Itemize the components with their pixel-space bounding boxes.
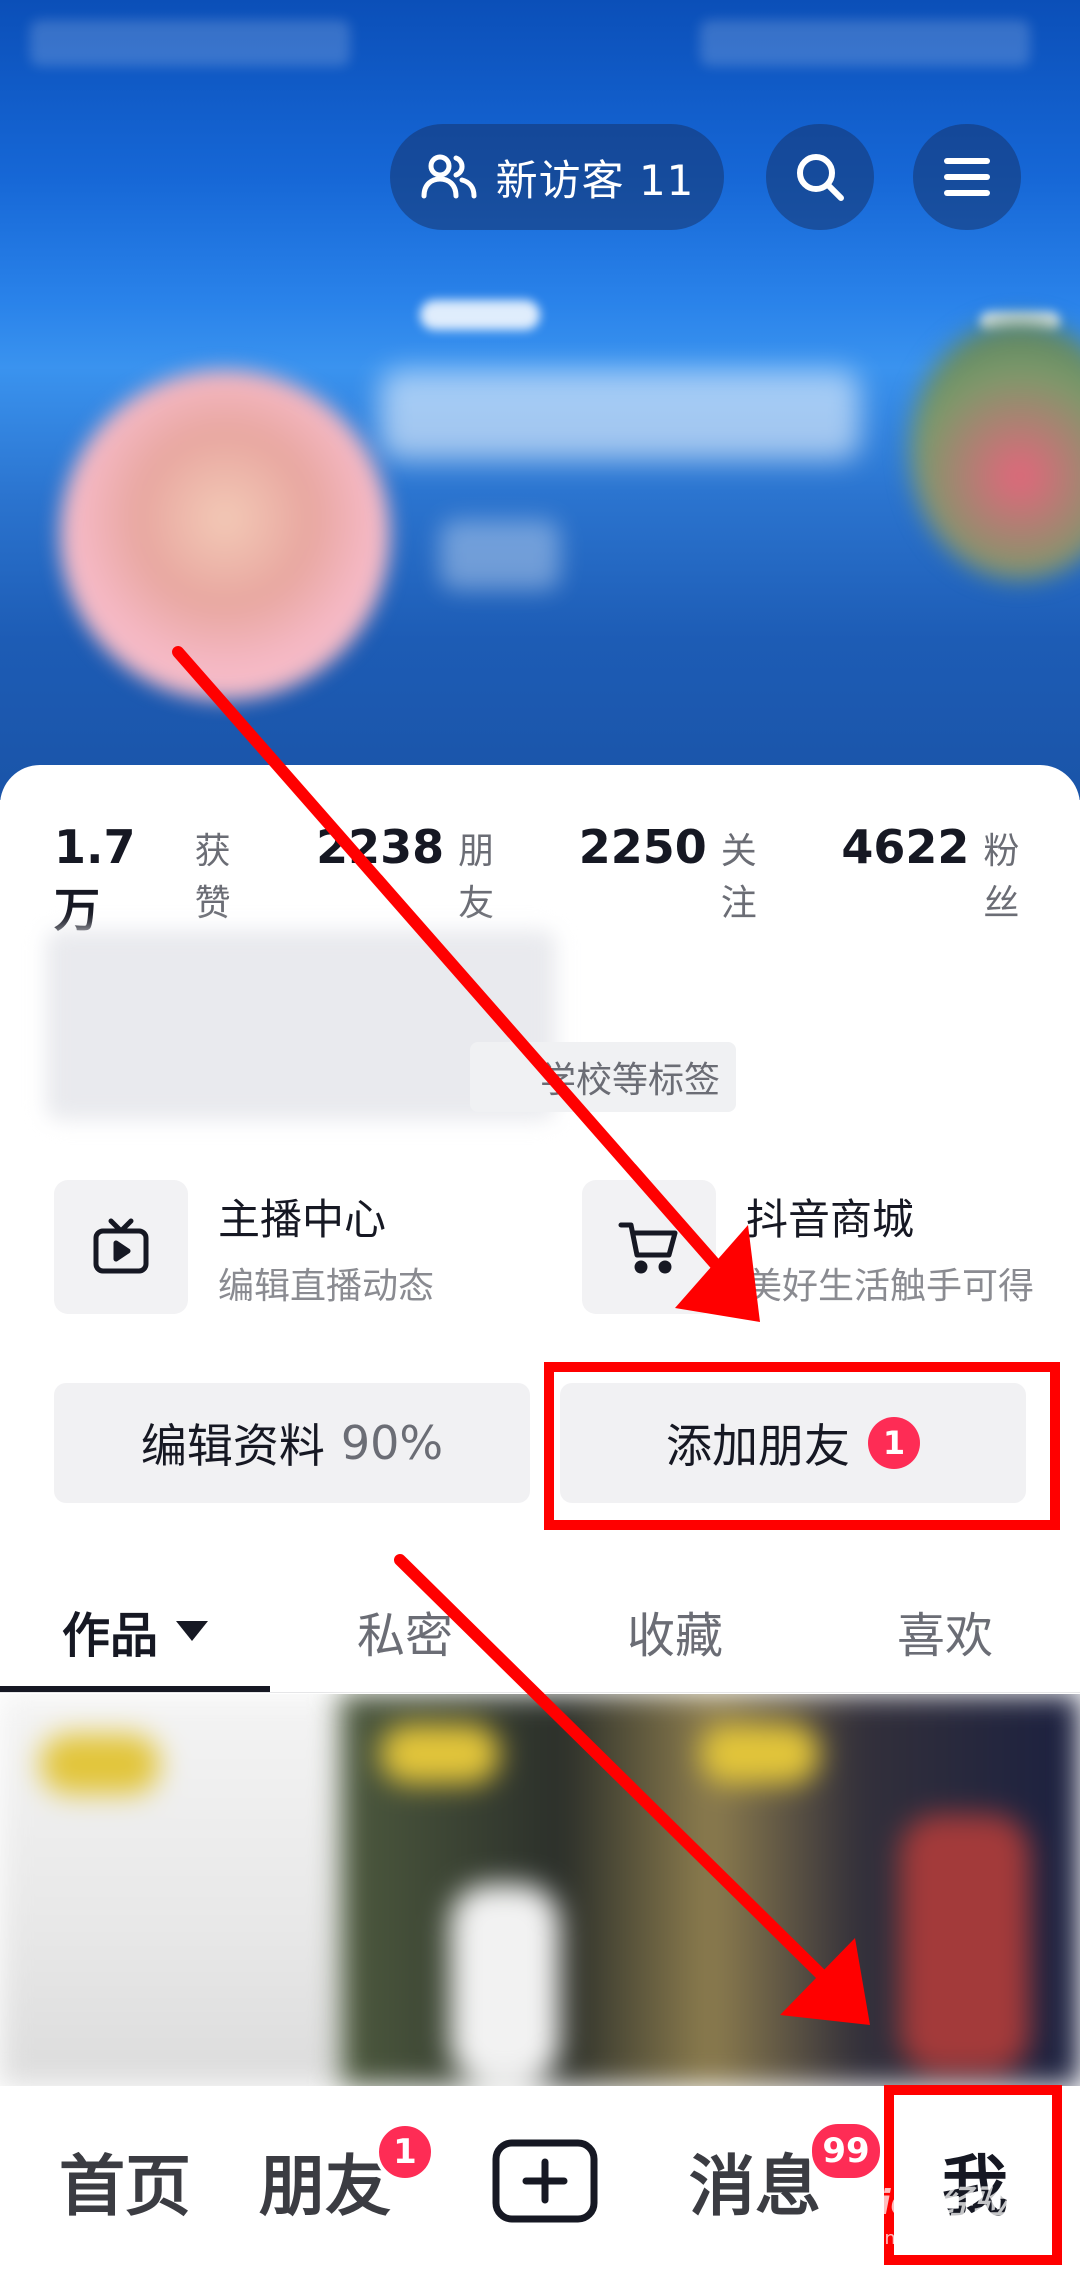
stat-label: 粉丝	[983, 831, 1020, 924]
friends-badge: 1	[375, 2122, 435, 2182]
hamburger-menu-icon	[942, 155, 992, 199]
add-tags-chip[interactable]: 学校等标签	[470, 1042, 737, 1112]
plus-square-icon	[491, 2138, 599, 2224]
search-icon	[793, 150, 847, 204]
stat-value: 2238	[316, 820, 445, 874]
stat-friends[interactable]: 2238 朋友	[316, 820, 529, 926]
stat-followers[interactable]: 4622 粉丝	[841, 820, 1054, 926]
nav-home[interactable]: 首页	[30, 2126, 220, 2236]
tab-label: 作品	[61, 1608, 158, 1664]
video-thumbnail[interactable]	[340, 1694, 1080, 2086]
nav-create[interactable]	[470, 2126, 620, 2236]
stat-value: 1.7万	[54, 820, 136, 937]
highlight-add-friend	[544, 1362, 1060, 1530]
video-grid	[0, 1694, 1080, 2086]
tab-likes[interactable]: 喜欢	[810, 1575, 1080, 1687]
profile-cover: 新访客 11	[0, 0, 1080, 800]
people-icon	[420, 152, 478, 202]
nav-label: 首页	[59, 2148, 191, 2225]
edit-profile-button[interactable]: 编辑资料 90%	[54, 1383, 530, 1503]
nav-label: 朋友	[259, 2148, 391, 2225]
new-visitors-button[interactable]: 新访客 11	[390, 124, 724, 230]
tv-play-icon	[54, 1180, 188, 1314]
edit-profile-label: 编辑资料	[140, 1419, 325, 1473]
service-title: 抖音商城	[746, 1194, 915, 1244]
tab-favorites[interactable]: 收藏	[540, 1575, 810, 1687]
stat-likes[interactable]: 1.7万 获赞	[54, 820, 266, 940]
stat-following[interactable]: 2250 关注	[579, 820, 792, 926]
watermark: Baidu经验	[830, 2183, 1008, 2223]
watermark-url: jingyan.baidu.com	[830, 2228, 997, 2249]
tab-label: 私密	[356, 1608, 453, 1664]
search-button[interactable]	[766, 124, 874, 230]
service-subtitle: 美好生活触手可得	[746, 1265, 1035, 1307]
stat-value: 4622	[841, 820, 970, 874]
service-live-center[interactable]: 主播中心 编辑直播动态	[54, 1180, 434, 1314]
tab-divider	[0, 1692, 1080, 1693]
messages-badge: 99	[808, 2120, 884, 2182]
tab-label: 收藏	[626, 1608, 723, 1664]
tab-works[interactable]: 作品	[0, 1575, 270, 1687]
stat-label: 获赞	[194, 831, 231, 924]
avatar[interactable]	[60, 370, 390, 700]
service-title: 主播中心	[218, 1194, 387, 1244]
tab-private[interactable]: 私密	[270, 1575, 540, 1687]
menu-button[interactable]	[913, 124, 1021, 230]
stat-label: 关注	[720, 831, 757, 924]
stat-value: 2250	[578, 820, 707, 874]
new-visitors-label: 新访客 11	[495, 155, 695, 205]
caret-down-icon	[176, 1621, 208, 1641]
video-thumbnail[interactable]	[0, 1694, 340, 2086]
profile-stats: 1.7万 获赞 2238 朋友 2250 关注 4622 粉丝	[54, 820, 1054, 937]
nav-label: 消息	[689, 2148, 821, 2225]
service-mall[interactable]: 抖音商城 美好生活触手可得	[582, 1180, 1034, 1314]
service-subtitle: 编辑直播动态	[218, 1265, 435, 1307]
profile-tabs: 作品 私密 收藏 喜欢	[0, 1575, 1080, 1695]
tab-label: 喜欢	[896, 1608, 993, 1664]
edit-progress: 90%	[340, 1416, 444, 1470]
tag-hint-label: 学校等标签	[540, 1060, 721, 1101]
shopping-cart-icon	[582, 1180, 716, 1314]
stat-label: 朋友	[458, 831, 495, 924]
